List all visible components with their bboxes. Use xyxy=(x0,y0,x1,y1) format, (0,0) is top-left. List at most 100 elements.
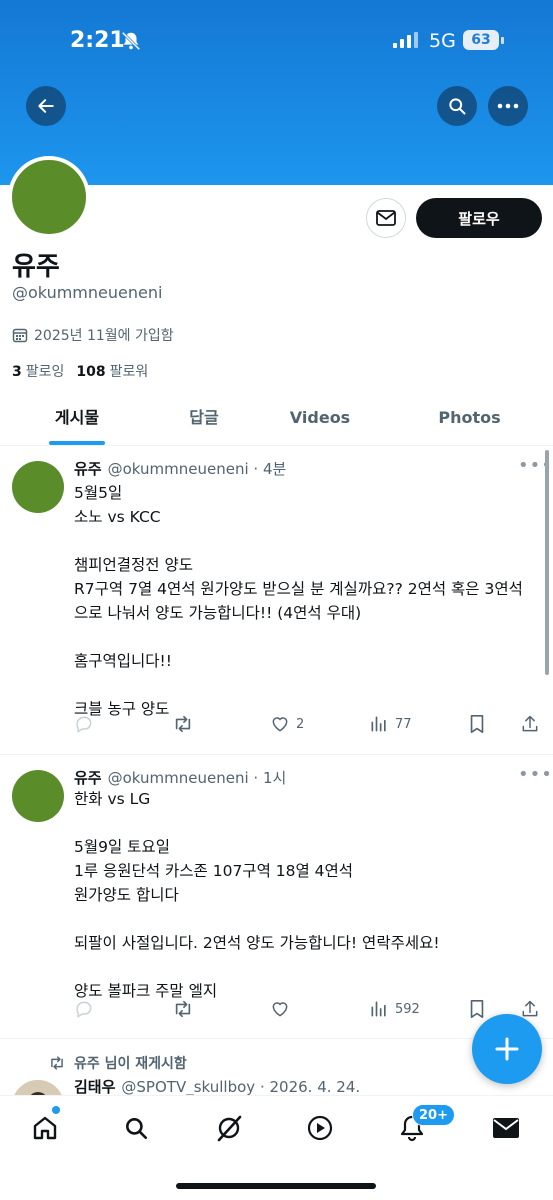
grok-icon xyxy=(217,1115,242,1142)
back-button[interactable] xyxy=(26,86,66,126)
profile-avatar[interactable] xyxy=(8,156,90,238)
tab-label: 게시물 xyxy=(54,408,100,427)
post-header: 유주 @okummneueneni · 1시 xyxy=(74,767,286,788)
reply-icon xyxy=(76,1001,92,1018)
repost-button[interactable] xyxy=(172,999,194,1019)
bookmark-button[interactable] xyxy=(468,714,486,734)
nav-grok[interactable] xyxy=(213,1112,245,1144)
views-button[interactable]: 77 xyxy=(369,714,412,734)
post-author-handle[interactable]: @SPOTV_skullboy xyxy=(121,1078,255,1096)
reply-button[interactable] xyxy=(74,714,94,734)
calendar-icon xyxy=(12,328,28,343)
profile-display-name: 유주 xyxy=(12,252,60,282)
reply-icon xyxy=(76,716,92,733)
search-button[interactable] xyxy=(437,86,477,126)
nav-messages[interactable] xyxy=(490,1112,522,1144)
profile-handle: @okummneueneni xyxy=(12,283,163,302)
post-author-name[interactable]: 유주 xyxy=(74,769,102,787)
followers-label: 팔로워 xyxy=(109,364,149,380)
plus-icon xyxy=(495,1037,519,1061)
post-text: 5월5일 소노 vs KCC 챔피언결정전 양도 R7구역 7열 4연석 원가양… xyxy=(74,484,523,718)
post-header: 유주 @okummneueneni · 4분 xyxy=(74,458,286,479)
share-button[interactable] xyxy=(520,999,540,1019)
tab-videos[interactable]: Videos xyxy=(254,392,386,445)
post-time: 4분 xyxy=(262,460,287,478)
view-count: 592 xyxy=(395,1001,420,1017)
post-author-handle[interactable]: @okummneueneni xyxy=(108,769,249,787)
nav-home[interactable] xyxy=(29,1112,61,1144)
followers-count: 108 xyxy=(76,364,106,380)
message-button[interactable] xyxy=(366,198,406,238)
repost-indicator: 유주 님이 재게시함 xyxy=(48,1053,187,1073)
share-icon xyxy=(522,715,538,732)
home-icon xyxy=(33,1116,57,1140)
bell-off-icon xyxy=(120,30,142,56)
separator-dot: · xyxy=(255,1078,270,1096)
repost-button[interactable] xyxy=(172,714,194,734)
more-options-button[interactable] xyxy=(488,86,528,126)
separator-dot: · xyxy=(248,769,263,787)
post-author-name[interactable]: 유주 xyxy=(74,460,102,478)
post-author-handle[interactable]: @okummneueneni xyxy=(108,460,249,478)
tab-photos[interactable]: Photos xyxy=(386,392,553,445)
like-count: 2 xyxy=(296,716,305,732)
battery-tip xyxy=(501,37,504,44)
post-actions: 592 xyxy=(74,999,544,1023)
post[interactable]: 유주 @okummneueneni · 4분 ••• 5월5일 소노 vs KCC… xyxy=(0,447,553,755)
back-arrow-icon xyxy=(38,99,54,113)
reply-button[interactable] xyxy=(74,999,94,1019)
tab-label: 답글 xyxy=(189,408,219,427)
active-tab-indicator xyxy=(49,441,105,445)
following-label: 팔로잉 xyxy=(25,364,65,380)
tab-label: Videos xyxy=(289,408,351,427)
join-date: 2025년 11월에 가입함 xyxy=(12,325,174,345)
share-icon xyxy=(522,1000,538,1017)
nav-video[interactable] xyxy=(304,1112,336,1144)
tab-replies[interactable]: 답글 xyxy=(154,392,254,445)
join-date-text: 2025년 11월에 가입함 xyxy=(34,328,174,344)
followers-link[interactable]: 108 팔로워 xyxy=(76,361,148,381)
home-unread-dot xyxy=(52,1106,60,1114)
post-avatar[interactable] xyxy=(12,770,64,822)
post-header: 김태우 @SPOTV_skullboy · 2026. 4. 24. xyxy=(74,1076,360,1097)
repost-icon xyxy=(175,1000,191,1018)
battery-level: 63 xyxy=(463,30,499,50)
following-link[interactable]: 3 팔로잉 xyxy=(12,361,64,381)
repost-icon xyxy=(51,1056,63,1070)
post-more-button[interactable]: ••• xyxy=(518,764,553,785)
post-text: 한화 vs LG 5월9일 토요일 1루 응원단석 카스존 107구역 18열 … xyxy=(74,790,440,1000)
nav-search[interactable] xyxy=(120,1112,152,1144)
views-icon xyxy=(371,716,386,732)
status-time: 2:21 xyxy=(70,28,125,53)
post[interactable]: 유주 @okummneueneni · 1시 ••• 한화 vs LG 5월9일 … xyxy=(0,756,553,1039)
follow-button[interactable]: 팔로우 xyxy=(416,198,542,238)
like-button[interactable]: 2 xyxy=(270,714,304,734)
notification-badge: 20+ xyxy=(412,1104,455,1126)
compose-post-button[interactable] xyxy=(472,1014,542,1084)
search-icon xyxy=(449,98,466,115)
post-date: 2026. 4. 24. xyxy=(269,1078,361,1096)
home-indicator[interactable] xyxy=(176,1183,376,1189)
post-time: 1시 xyxy=(262,769,287,787)
post-avatar[interactable] xyxy=(12,461,64,513)
heart-icon xyxy=(272,1002,288,1017)
tab-label: Photos xyxy=(438,408,501,427)
post-author-name[interactable]: 김태우 xyxy=(74,1078,115,1096)
cellular-signal-icon xyxy=(393,32,419,52)
more-icon xyxy=(497,103,519,109)
mail-icon xyxy=(493,1118,519,1138)
separator-dot: · xyxy=(248,460,263,478)
repost-icon xyxy=(175,715,191,733)
tab-posts[interactable]: 게시물 xyxy=(0,392,154,445)
like-button[interactable] xyxy=(270,999,296,1019)
bookmark-button[interactable] xyxy=(468,999,486,1019)
share-button[interactable] xyxy=(520,714,540,734)
views-button[interactable]: 592 xyxy=(369,999,420,1019)
heart-icon xyxy=(272,717,288,732)
scrollbar[interactable] xyxy=(545,450,549,675)
view-count: 77 xyxy=(395,716,412,732)
post-actions: 2 77 xyxy=(74,714,544,738)
mail-icon xyxy=(376,210,396,226)
play-icon xyxy=(307,1115,333,1141)
following-count: 3 xyxy=(12,364,22,380)
